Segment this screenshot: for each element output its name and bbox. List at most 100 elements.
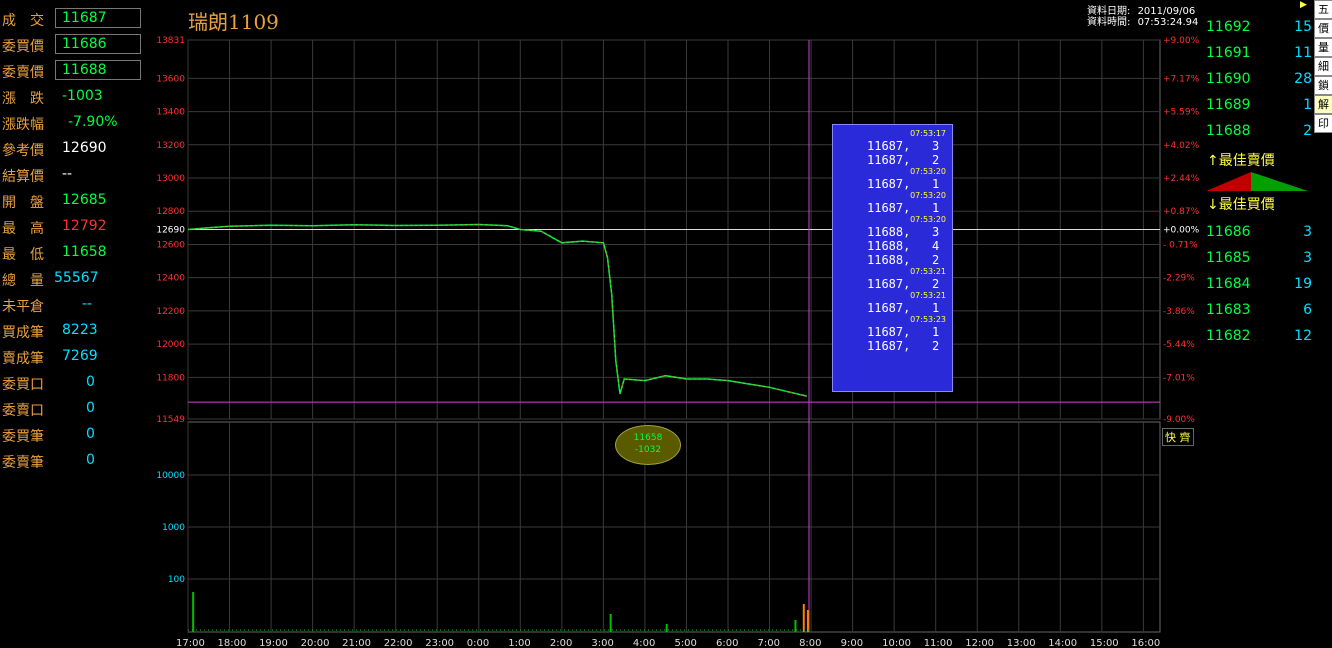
y-tick-label: 12000 <box>156 340 185 350</box>
volume-bar <box>609 614 612 632</box>
bid-row-volume: 6 <box>1303 302 1312 318</box>
tick-time: 07:53:23 <box>910 315 946 324</box>
bid-row[interactable]: 11685 3 <box>1202 250 1312 276</box>
volume-bar <box>802 604 805 632</box>
x-tick-label: 19:00 <box>259 638 288 648</box>
ask-row-price: 11689 <box>1206 97 1251 113</box>
x-tick-label: 8:00 <box>799 638 821 648</box>
y-tick-label: 12200 <box>156 307 185 317</box>
tick-entry: 11688, 4 <box>867 239 940 253</box>
y-tick-label: 12600 <box>156 240 185 250</box>
x-tick-label: 21:00 <box>342 638 371 648</box>
y-pct-label: -5.44% <box>1163 340 1195 350</box>
bid-row-price: 11684 <box>1206 276 1251 292</box>
y-tick-label: 11549 <box>156 415 185 425</box>
ask-row[interactable]: 11688 2 <box>1202 123 1312 149</box>
x-tick-label: 12:00 <box>965 638 994 648</box>
intraday-chart[interactable]: 17:00 18:00 19:00 20:00 21:00 22:00 23:00 0:00 1… <box>0 0 1332 648</box>
y-tick-label: 12690 <box>156 226 185 236</box>
side-button[interactable]: 鎖 <box>1314 76 1332 95</box>
ask-row-price: 11690 <box>1206 71 1251 87</box>
speed-slow-button[interactable]: 齊 <box>1180 431 1191 444</box>
x-tick-label: 20:00 <box>301 638 330 648</box>
volume-tick-label: 1000 <box>162 523 185 533</box>
volume-tick-label: 10000 <box>156 471 185 481</box>
tick-entry: 11688, 2 <box>867 253 940 267</box>
bid-row-price: 11685 <box>1206 250 1251 266</box>
x-tick-label: 1:00 <box>508 638 530 648</box>
bid-row[interactable]: 11682 12 <box>1202 328 1312 354</box>
side-button[interactable]: 量 <box>1314 38 1332 57</box>
bid-row-volume: 3 <box>1303 224 1312 240</box>
x-tick-label: 16:00 <box>1131 638 1160 648</box>
tick-time: 07:53:20 <box>910 167 946 176</box>
tick-entry: 11687, 2 <box>867 277 940 291</box>
ask-row[interactable]: 11690 28 <box>1202 71 1312 97</box>
tick-time: 07:53:20 <box>910 191 946 200</box>
ask-row[interactable]: 11691 11 <box>1202 45 1312 71</box>
ask-row-volume: 15 <box>1294 19 1312 35</box>
speed-fast-button[interactable]: 快 <box>1165 431 1176 444</box>
low-price-marker: 11658 -1032 <box>615 425 681 465</box>
bid-row-volume: 12 <box>1294 328 1312 344</box>
x-tick-label: 9:00 <box>841 638 863 648</box>
play-icon[interactable]: ▶ <box>1300 0 1310 10</box>
x-tick-label: 4:00 <box>633 638 655 648</box>
ask-row-price: 11688 <box>1206 123 1251 139</box>
side-button[interactable]: 解 <box>1314 95 1332 114</box>
volume-tick-label: 100 <box>168 575 185 585</box>
low-marker-change: -1032 <box>634 445 662 455</box>
ask-row-volume: 28 <box>1294 71 1312 87</box>
y-pct-label: +2.44% <box>1163 174 1200 184</box>
tick-entry: 11687, 1 <box>867 325 940 339</box>
y-tick-label: 12400 <box>156 274 185 284</box>
tick-time: 07:53:21 <box>910 267 946 276</box>
x-tick-label: 2:00 <box>550 638 572 648</box>
x-tick-label: 18:00 <box>218 638 247 648</box>
y-tick-label: 13600 <box>156 74 185 84</box>
x-tick-label: 6:00 <box>716 638 738 648</box>
x-tick-label: 22:00 <box>384 638 413 648</box>
tick-entry: 11687, 3 <box>867 139 940 153</box>
bid-row[interactable]: 11684 19 <box>1202 276 1312 302</box>
x-tick-label: 17:00 <box>176 638 205 648</box>
ask-row[interactable]: 11689 1 <box>1202 97 1312 123</box>
ask-row-price: 11692 <box>1206 19 1251 35</box>
tick-time: 07:53:21 <box>910 291 946 300</box>
side-button[interactable]: 印 <box>1314 114 1332 133</box>
y-pct-label: -9.00% <box>1163 415 1195 425</box>
x-tick-label: 3:00 <box>591 638 613 648</box>
side-button[interactable]: 價 <box>1314 19 1332 38</box>
bid-row-price: 11683 <box>1206 302 1251 318</box>
y-tick-label: 13400 <box>156 108 185 118</box>
side-button[interactable]: 五 <box>1314 0 1332 19</box>
ask-row[interactable]: 11692 15 <box>1202 19 1312 45</box>
y-tick-label: 13200 <box>156 141 185 151</box>
tick-entry: 11687, 2 <box>867 339 940 353</box>
y-tick-label: 12800 <box>156 207 185 217</box>
price-line <box>187 223 808 397</box>
ask-row-volume: 1 <box>1303 97 1312 113</box>
bid-row[interactable]: 11686 3 <box>1202 224 1312 250</box>
side-button[interactable]: 細 <box>1314 57 1332 76</box>
bid-row-price: 11686 <box>1206 224 1251 240</box>
ask-row-price: 11691 <box>1206 45 1251 61</box>
y-pct-label: +0.00% <box>1163 226 1200 236</box>
volume-bar <box>665 624 668 632</box>
tick-entry: 11687, 1 <box>867 177 940 191</box>
y-tick-label: 13831 <box>156 36 185 46</box>
bid-row-volume: 3 <box>1303 250 1312 266</box>
bid-row[interactable]: 11683 6 <box>1202 302 1312 328</box>
bid-ask-indicator <box>1206 172 1308 191</box>
volume-bar <box>192 592 195 632</box>
low-marker-price: 11658 <box>633 433 663 443</box>
best-bid-label: ↓最佳買價 <box>1207 197 1275 213</box>
tick-entry: 11687, 1 <box>867 301 940 315</box>
y-pct-label: +5.59% <box>1163 108 1200 118</box>
bid-row-price: 11682 <box>1206 328 1251 344</box>
tick-time: 07:53:20 <box>910 215 946 224</box>
speed-toggle[interactable]: 快 齊 <box>1162 428 1194 446</box>
y-pct-label: -2.29% <box>1163 274 1195 284</box>
y-pct-label: +9.00% <box>1163 36 1200 46</box>
tick-time: 07:53:17 <box>910 129 946 138</box>
